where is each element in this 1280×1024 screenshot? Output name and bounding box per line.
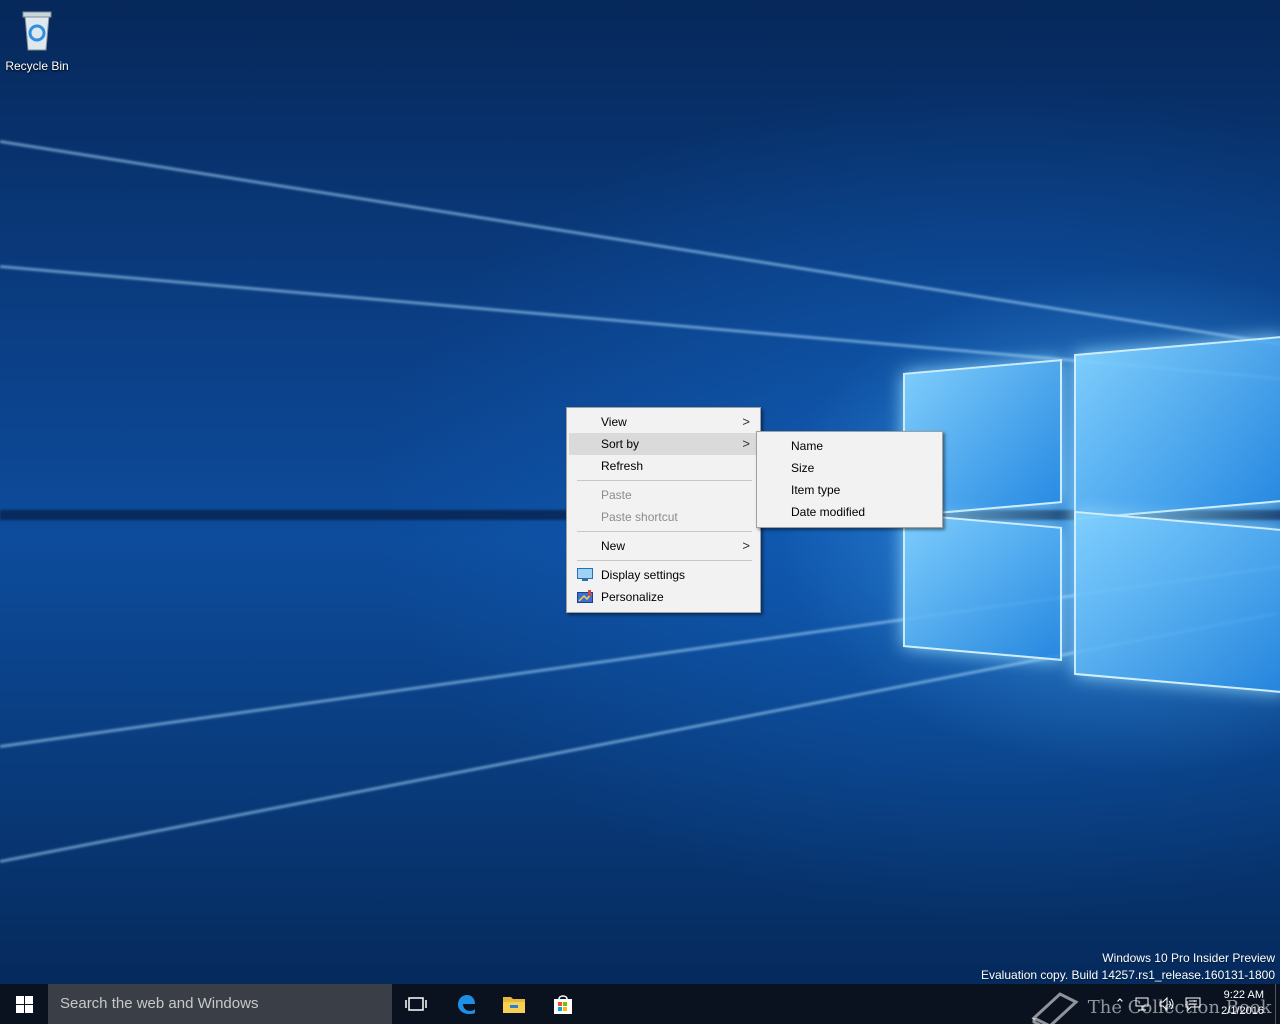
sort-by-submenu: Name Size Item type Date modified [756,431,943,528]
menu-item-display-settings[interactable]: Display settings [569,564,758,586]
logo-pane [1074,335,1280,521]
menu-item-label: Personalize [601,590,664,604]
search-box[interactable]: Search the web and Windows [48,984,392,1024]
desktop-icon-label: Recycle Bin [5,59,69,73]
display-icon [577,568,593,581]
menu-item-label: Date modified [791,505,866,519]
menu-separator [577,531,752,532]
recycle-bin-icon [22,11,52,51]
chevron-right-icon: > [742,538,750,553]
menu-item-label: Display settings [601,568,686,582]
brand-overlay: The Collection Book [1030,988,1272,1024]
task-view-button[interactable] [392,984,440,1024]
windows-logo-icon [15,995,33,1013]
task-view-icon [405,997,427,1011]
menu-item-label: Refresh [601,459,644,473]
menu-item-paste-shortcut[interactable]: Paste shortcut [569,506,758,528]
light-beam [0,140,1280,347]
desktop-icon-recycle-bin[interactable]: Recycle Bin [4,6,70,73]
menu-item-label: Name [791,439,824,453]
book-icon [1031,992,1079,1024]
logo-pane [1074,510,1280,694]
submenu-item-item-type[interactable]: Item type [759,479,940,501]
menu-item-label: Paste [601,488,632,502]
store-icon [554,995,572,1014]
menu-item-sort-by[interactable]: Sort by > [569,433,758,455]
submenu-item-size[interactable]: Size [759,457,940,479]
menu-separator [577,480,752,481]
menu-item-label: View [601,415,627,429]
store-button[interactable] [539,984,587,1024]
show-desktop-button[interactable] [1275,984,1280,1024]
menu-item-refresh[interactable]: Refresh [569,455,758,477]
menu-item-view[interactable]: View > [569,411,758,433]
file-explorer-icon [503,997,525,1013]
personalize-icon [577,590,593,603]
menu-item-label: Item type [791,483,841,497]
edge-icon [458,995,475,1014]
file-explorer-button[interactable] [490,984,538,1024]
menu-item-label: Paste shortcut [601,510,678,524]
watermark-build: Evaluation copy. Build 14257.rs1_release… [981,968,1275,982]
edge-button[interactable] [442,984,490,1024]
submenu-item-name[interactable]: Name [759,435,940,457]
watermark-edition: Windows 10 Pro Insider Preview [1102,951,1275,965]
logo-pane [903,513,1062,661]
menu-item-label: Sort by [601,437,640,451]
menu-item-label: New [601,539,626,553]
menu-separator [577,560,752,561]
chevron-right-icon: > [742,436,750,451]
submenu-item-date-modified[interactable]: Date modified [759,501,940,523]
start-button[interactable] [0,984,48,1024]
build-watermark: Windows 10 Pro Insider Preview Evaluatio… [981,950,1275,984]
brand-overlay-text: The Collection Book [1087,997,1272,1018]
menu-item-new[interactable]: New > [569,535,758,557]
menu-item-paste[interactable]: Paste [569,484,758,506]
menu-item-label: Size [791,461,815,475]
desktop-context-menu: View > Sort by > Refresh Paste Paste sho… [566,407,761,613]
chevron-right-icon: > [742,414,750,429]
menu-item-personalize[interactable]: Personalize [569,586,758,608]
